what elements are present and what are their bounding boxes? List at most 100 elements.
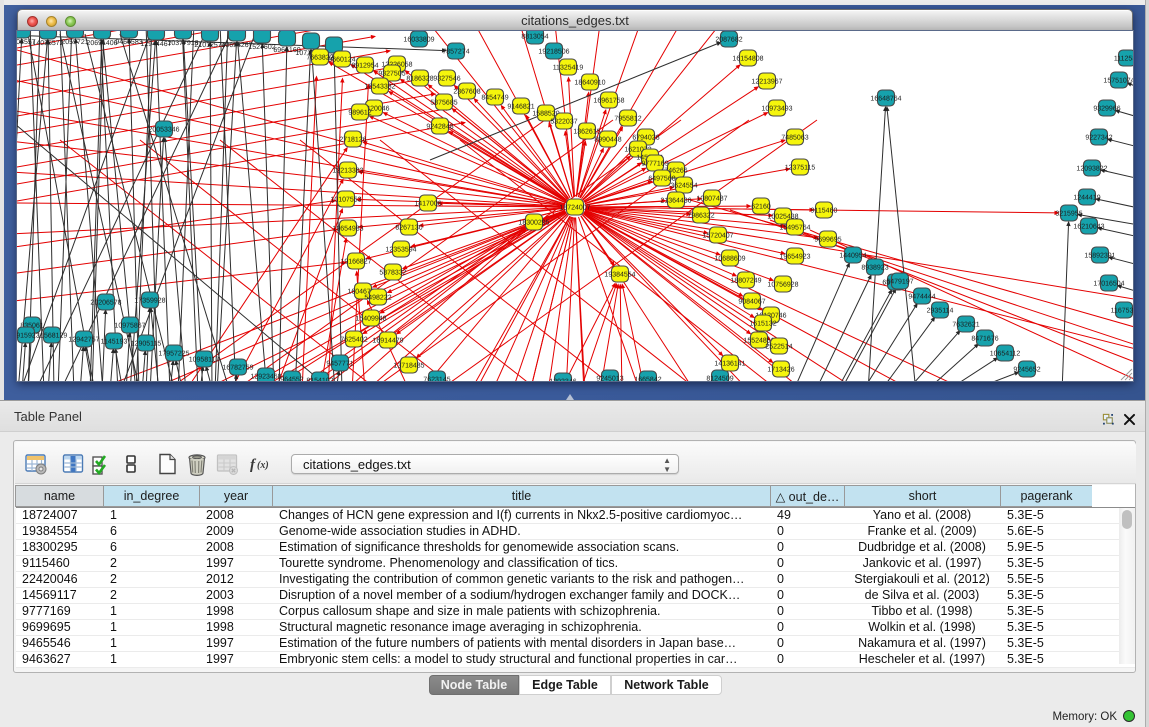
svg-text:15409948: 15409948	[355, 316, 386, 323]
svg-text:10756928: 10756928	[767, 282, 798, 289]
svg-text:12213967: 12213967	[751, 79, 782, 86]
svg-text:8938923: 8938923	[861, 265, 888, 272]
svg-text:8912954: 8912954	[351, 63, 378, 70]
svg-text:989612: 989612	[348, 110, 371, 117]
svg-text:17957225: 17957225	[158, 351, 189, 358]
svg-text:10107553: 10107553	[330, 197, 361, 204]
svg-text:19384554: 19384554	[604, 272, 635, 279]
svg-text:10807487: 10807487	[696, 196, 727, 203]
svg-text:14035572: 14035572	[32, 40, 63, 47]
svg-text:1440954: 1440954	[839, 253, 866, 260]
svg-text:2087682: 2087682	[715, 37, 742, 44]
svg-text:14136141: 14136141	[714, 361, 745, 368]
svg-text:7485063: 7485063	[781, 135, 808, 142]
svg-text:12923468: 12923468	[250, 374, 281, 381]
svg-text:9699695: 9699695	[814, 237, 841, 244]
svg-text:1615132: 1615132	[749, 321, 776, 328]
svg-text:1292346: 1292346	[549, 379, 576, 382]
svg-text:1362615: 1362615	[573, 129, 600, 136]
svg-text:3624554: 3624554	[670, 183, 697, 190]
svg-text:12375115: 12375115	[785, 165, 816, 172]
svg-text:19654983: 19654983	[332, 226, 363, 233]
svg-text:12093822: 12093822	[1076, 166, 1107, 173]
svg-text:62160: 62160	[751, 204, 771, 211]
svg-text:16782759: 16782759	[222, 365, 253, 372]
svg-text:15720407: 15720407	[702, 233, 733, 240]
svg-text:20691406: 20691406	[86, 40, 117, 47]
svg-text:8267130: 8267130	[395, 225, 422, 232]
svg-text:9242848: 9242848	[426, 124, 453, 131]
svg-text:9245013: 9245013	[596, 376, 623, 382]
svg-text:7986322: 7986322	[687, 213, 714, 220]
svg-text:17359928: 17359928	[134, 298, 165, 305]
svg-text:9777169: 9777169	[641, 161, 668, 168]
svg-text:8454749: 8454749	[481, 95, 508, 102]
svg-text:18300295: 18300295	[518, 220, 549, 227]
svg-text:2522514: 2522514	[765, 344, 792, 351]
svg-text:20206578: 20206578	[90, 300, 121, 307]
svg-text:19166827: 19166827	[340, 259, 371, 266]
svg-text:8124509: 8124509	[706, 376, 733, 382]
svg-text:12213383: 12213383	[332, 168, 363, 175]
svg-text:15892391: 15892391	[1084, 253, 1115, 260]
svg-text:1527602: 1527602	[248, 44, 275, 51]
svg-text:16961758: 16961758	[593, 98, 624, 105]
svg-text:964552: 964552	[280, 377, 303, 382]
svg-text:9457771: 9457771	[326, 361, 353, 368]
svg-text:10688609: 10688609	[714, 256, 745, 263]
svg-text:2718126: 2718126	[339, 137, 366, 144]
svg-text:20053346: 20053346	[148, 127, 179, 134]
svg-text:15495764: 15495764	[779, 225, 810, 232]
svg-text:7632621: 7632621	[952, 322, 979, 329]
svg-text:8471676: 8471676	[971, 336, 998, 343]
svg-text:10958117: 10958117	[189, 357, 220, 364]
svg-text:1145193: 1145193	[101, 339, 128, 346]
svg-text:9227342: 9227342	[1085, 135, 1112, 142]
svg-text:10973493: 10973493	[761, 106, 792, 113]
svg-text:9146821: 9146821	[507, 104, 534, 111]
svg-text:9329966: 9329966	[1093, 106, 1120, 113]
svg-text:10975867: 10975867	[114, 323, 145, 330]
svg-text:7625402: 7625402	[340, 337, 367, 344]
svg-text:9084067: 9084067	[738, 299, 765, 306]
svg-text:1244419: 1244419	[1073, 195, 1100, 202]
svg-text:9466583: 9466583	[115, 39, 142, 46]
svg-text:16154808: 16154808	[732, 56, 763, 63]
svg-text:16033809: 16033809	[403, 37, 434, 44]
svg-text:5322037: 5322037	[550, 119, 577, 126]
svg-text:16914479: 16914479	[372, 338, 403, 345]
svg-text:6497568: 6497568	[648, 176, 675, 183]
svg-text:16648764: 16648764	[870, 96, 901, 103]
svg-text:(x): (x)	[257, 460, 269, 471]
svg-text:2367608: 2367608	[453, 89, 480, 96]
svg-text:16543382: 16543382	[364, 84, 395, 91]
svg-text:12353594: 12353594	[385, 247, 416, 254]
svg-text:11568129: 11568129	[37, 333, 68, 340]
svg-text:7623145: 7623145	[423, 377, 450, 382]
svg-text:21364436: 21364436	[660, 198, 691, 205]
svg-text:13718485: 13718485	[393, 363, 424, 370]
svg-text:1417006: 1417006	[414, 201, 441, 208]
svg-text:3215955: 3215955	[1055, 211, 1082, 218]
svg-text:18807249: 18807249	[730, 278, 761, 285]
svg-text:9115460: 9115460	[811, 208, 838, 215]
svg-text:1665842: 1665842	[634, 377, 661, 382]
svg-text:9327546: 9327546	[433, 76, 460, 83]
svg-text:1167531: 1167531	[1111, 308, 1133, 315]
svg-text:2935114: 2935114	[927, 308, 954, 315]
svg-text:17016504: 17016504	[1093, 281, 1124, 288]
svg-text:10654112: 10654112	[990, 351, 1021, 358]
svg-text:2055721: 2055721	[61, 39, 88, 46]
svg-text:11325419: 11325419	[553, 65, 584, 72]
svg-text:12942757: 12942757	[68, 337, 99, 344]
svg-text:12905115: 12905115	[131, 341, 162, 348]
svg-text:9245652: 9245652	[1013, 367, 1040, 374]
svg-text:6479197: 6479197	[886, 279, 913, 286]
svg-text:9327505: 9327505	[378, 71, 405, 78]
svg-text:19654923: 19654923	[779, 254, 810, 261]
svg-text:1112584: 1112584	[1114, 56, 1133, 63]
svg-text:1713426: 1713426	[767, 367, 794, 374]
svg-text:5878332: 5878332	[379, 270, 406, 277]
svg-text:15751074: 15751074	[1103, 78, 1133, 85]
svg-text:18724007: 18724007	[559, 205, 590, 212]
